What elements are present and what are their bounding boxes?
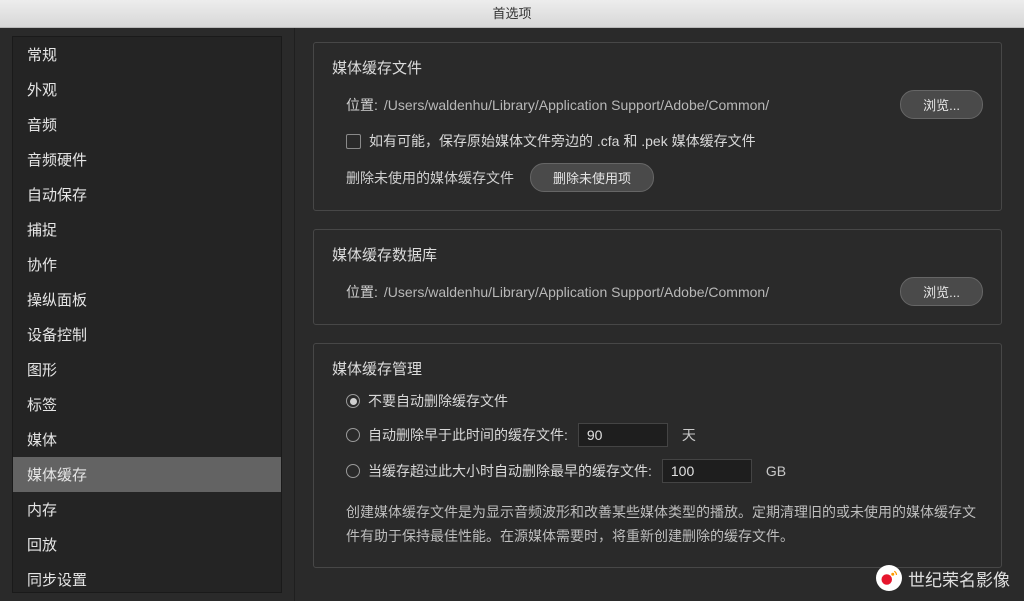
delete-unused-row: 删除未使用的媒体缓存文件 删除未使用项 bbox=[332, 163, 983, 192]
sidebar: 常规外观音频音频硬件自动保存捕捉协作操纵面板设备控制图形标签媒体媒体缓存内存回放… bbox=[0, 28, 295, 601]
sidebar-item-9[interactable]: 图形 bbox=[13, 352, 281, 387]
cache-size-input[interactable] bbox=[662, 459, 752, 483]
sidebar-item-0[interactable]: 常规 bbox=[13, 37, 281, 72]
cache-db-location-path: /Users/waldenhu/Library/Application Supp… bbox=[384, 284, 900, 300]
cache-age-input[interactable] bbox=[578, 423, 668, 447]
sidebar-item-12[interactable]: 媒体缓存 bbox=[13, 457, 281, 492]
sidebar-item-8[interactable]: 设备控制 bbox=[13, 317, 281, 352]
cache-mgmt-opt2-row[interactable]: 自动删除早于此时间的缓存文件: 天 bbox=[332, 423, 983, 447]
cache-files-location-label: 位置: bbox=[346, 95, 378, 115]
section-cache-files: 媒体缓存文件 位置: /Users/waldenhu/Library/Appli… bbox=[313, 42, 1002, 211]
cache-files-location-path: /Users/waldenhu/Library/Application Supp… bbox=[384, 97, 900, 113]
cache-size-unit: GB bbox=[766, 463, 786, 479]
preferences-container: 常规外观音频音频硬件自动保存捕捉协作操纵面板设备控制图形标签媒体媒体缓存内存回放… bbox=[0, 28, 1024, 601]
cache-files-location-row: 位置: /Users/waldenhu/Library/Application … bbox=[332, 90, 983, 119]
cache-mgmt-opt3-row[interactable]: 当缓存超过此大小时自动删除最早的缓存文件: GB bbox=[332, 459, 983, 483]
sidebar-item-4[interactable]: 自动保存 bbox=[13, 177, 281, 212]
save-next-to-media-label: 如有可能，保存原始媒体文件旁边的 .cfa 和 .pek 媒体缓存文件 bbox=[369, 131, 756, 151]
section-title-cache-files: 媒体缓存文件 bbox=[332, 57, 983, 78]
browse-cache-db-button[interactable]: 浏览... bbox=[900, 277, 983, 306]
window-title: 首选项 bbox=[492, 6, 531, 21]
cache-db-location-row: 位置: /Users/waldenhu/Library/Application … bbox=[332, 277, 983, 306]
cache-db-location-label: 位置: bbox=[346, 282, 378, 302]
section-cache-mgmt: 媒体缓存管理 不要自动删除缓存文件 自动删除早于此时间的缓存文件: 天 当缓存超… bbox=[313, 343, 1002, 568]
cache-mgmt-opt3-label: 当缓存超过此大小时自动删除最早的缓存文件: bbox=[368, 461, 652, 481]
sidebar-item-13[interactable]: 内存 bbox=[13, 492, 281, 527]
sidebar-item-6[interactable]: 协作 bbox=[13, 247, 281, 282]
cache-mgmt-opt1-row[interactable]: 不要自动删除缓存文件 bbox=[332, 391, 983, 411]
radio-icon[interactable] bbox=[346, 428, 360, 442]
radio-icon[interactable] bbox=[346, 394, 360, 408]
browse-cache-files-button[interactable]: 浏览... bbox=[900, 90, 983, 119]
radio-icon[interactable] bbox=[346, 464, 360, 478]
sidebar-item-15[interactable]: 同步设置 bbox=[13, 562, 281, 593]
cache-mgmt-opt2-label: 自动删除早于此时间的缓存文件: bbox=[368, 425, 568, 445]
sidebar-item-5[interactable]: 捕捉 bbox=[13, 212, 281, 247]
sidebar-item-14[interactable]: 回放 bbox=[13, 527, 281, 562]
window-titlebar: 首选项 bbox=[0, 0, 1024, 28]
main-panel: 媒体缓存文件 位置: /Users/waldenhu/Library/Appli… bbox=[295, 28, 1024, 601]
section-cache-db: 媒体缓存数据库 位置: /Users/waldenhu/Library/Appl… bbox=[313, 229, 1002, 325]
cache-mgmt-description: 创建媒体缓存文件是为显示音频波形和改善某些媒体类型的播放。定期清理旧的或未使用的… bbox=[332, 495, 983, 549]
cache-age-unit: 天 bbox=[682, 425, 696, 445]
section-title-cache-mgmt: 媒体缓存管理 bbox=[332, 358, 983, 379]
cache-files-save-next-row[interactable]: 如有可能，保存原始媒体文件旁边的 .cfa 和 .pek 媒体缓存文件 bbox=[332, 131, 983, 151]
cache-mgmt-opt1-label: 不要自动删除缓存文件 bbox=[368, 391, 508, 411]
checkbox-icon[interactable] bbox=[346, 134, 361, 149]
sidebar-item-2[interactable]: 音频 bbox=[13, 107, 281, 142]
sidebar-item-1[interactable]: 外观 bbox=[13, 72, 281, 107]
sidebar-item-3[interactable]: 音频硬件 bbox=[13, 142, 281, 177]
sidebar-item-11[interactable]: 媒体 bbox=[13, 422, 281, 457]
sidebar-list: 常规外观音频音频硬件自动保存捕捉协作操纵面板设备控制图形标签媒体媒体缓存内存回放… bbox=[12, 36, 282, 593]
sidebar-item-10[interactable]: 标签 bbox=[13, 387, 281, 422]
delete-unused-label: 删除未使用的媒体缓存文件 bbox=[346, 168, 514, 188]
sidebar-item-7[interactable]: 操纵面板 bbox=[13, 282, 281, 317]
section-title-cache-db: 媒体缓存数据库 bbox=[332, 244, 983, 265]
delete-unused-button[interactable]: 删除未使用项 bbox=[530, 163, 654, 192]
